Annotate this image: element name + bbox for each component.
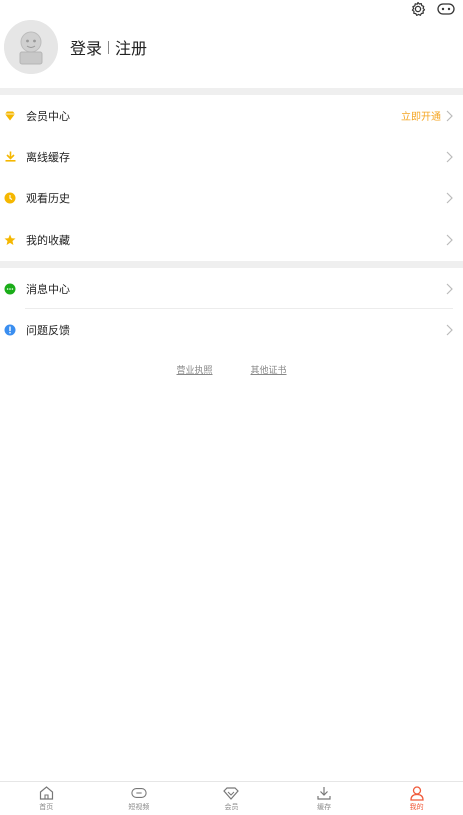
menu-label: 消息中心 xyxy=(26,282,70,296)
section-divider xyxy=(0,261,463,268)
menu-item-feedback[interactable]: 问题反馈 xyxy=(0,309,463,350)
tab-mine[interactable]: 我的 xyxy=(370,782,463,815)
business-license-link[interactable]: 营业执照 xyxy=(176,363,212,376)
profile-header: 登录 注册 xyxy=(4,20,147,74)
menu-label: 会员中心 xyxy=(26,109,70,123)
info-icon xyxy=(4,324,16,336)
tab-label: 短视频 xyxy=(128,803,150,811)
tab-home[interactable]: 首页 xyxy=(0,782,93,815)
tab-cache[interactable]: 缓存 xyxy=(278,782,371,815)
login-register: 登录 注册 xyxy=(70,35,147,59)
top-toolbar xyxy=(409,0,463,18)
menu-item-vip-center[interactable]: 会员中心 立即开通 xyxy=(0,95,463,136)
bottom-tab-bar: 首页 短视频 会员 缓存 我的 xyxy=(0,781,463,815)
menu-label: 问题反馈 xyxy=(26,323,70,337)
gamepad-icon[interactable] xyxy=(437,0,455,18)
link-icon xyxy=(131,785,147,801)
settings-icon[interactable] xyxy=(409,0,427,18)
message-icon xyxy=(4,283,16,295)
tab-label: 会员 xyxy=(224,803,239,811)
menu-label: 我的收藏 xyxy=(26,233,70,247)
chevron-right-icon xyxy=(446,324,453,335)
chevron-right-icon xyxy=(446,234,453,245)
chevron-right-icon xyxy=(446,283,453,294)
menu-item-offline-cache[interactable]: 离线缓存 xyxy=(0,136,463,177)
user-icon xyxy=(409,785,425,801)
clock-icon xyxy=(4,192,16,204)
download-icon xyxy=(4,151,16,163)
star-icon xyxy=(4,234,16,246)
menu-label: 离线缓存 xyxy=(26,150,70,164)
tab-label: 首页 xyxy=(39,803,54,811)
tab-short-video[interactable]: 短视频 xyxy=(93,782,186,815)
register-link[interactable]: 注册 xyxy=(115,35,147,59)
diamond-icon xyxy=(4,110,16,122)
section-divider xyxy=(0,88,463,95)
menu-label: 观看历史 xyxy=(26,191,70,205)
separator xyxy=(108,40,110,54)
chevron-right-icon xyxy=(446,192,453,203)
vip-icon xyxy=(223,785,240,801)
download-icon xyxy=(316,785,332,801)
tab-label: 缓存 xyxy=(317,803,332,811)
login-link[interactable]: 登录 xyxy=(70,35,102,59)
home-icon xyxy=(38,785,54,801)
menu-item-watch-history[interactable]: 观看历史 xyxy=(0,177,463,218)
menu-item-favorites[interactable]: 我的收藏 xyxy=(0,219,463,260)
other-certificates-link[interactable]: 其他证书 xyxy=(251,363,287,376)
chevron-right-icon xyxy=(446,151,453,162)
open-vip-link[interactable]: 立即开通 xyxy=(401,108,441,123)
chevron-right-icon xyxy=(446,110,453,121)
footer-links: 营业执照 其他证书 xyxy=(0,363,463,376)
avatar[interactable] xyxy=(4,20,58,74)
tab-label: 我的 xyxy=(409,803,424,811)
menu-item-messages[interactable]: 消息中心 xyxy=(0,268,463,309)
tab-vip[interactable]: 会员 xyxy=(185,782,278,815)
